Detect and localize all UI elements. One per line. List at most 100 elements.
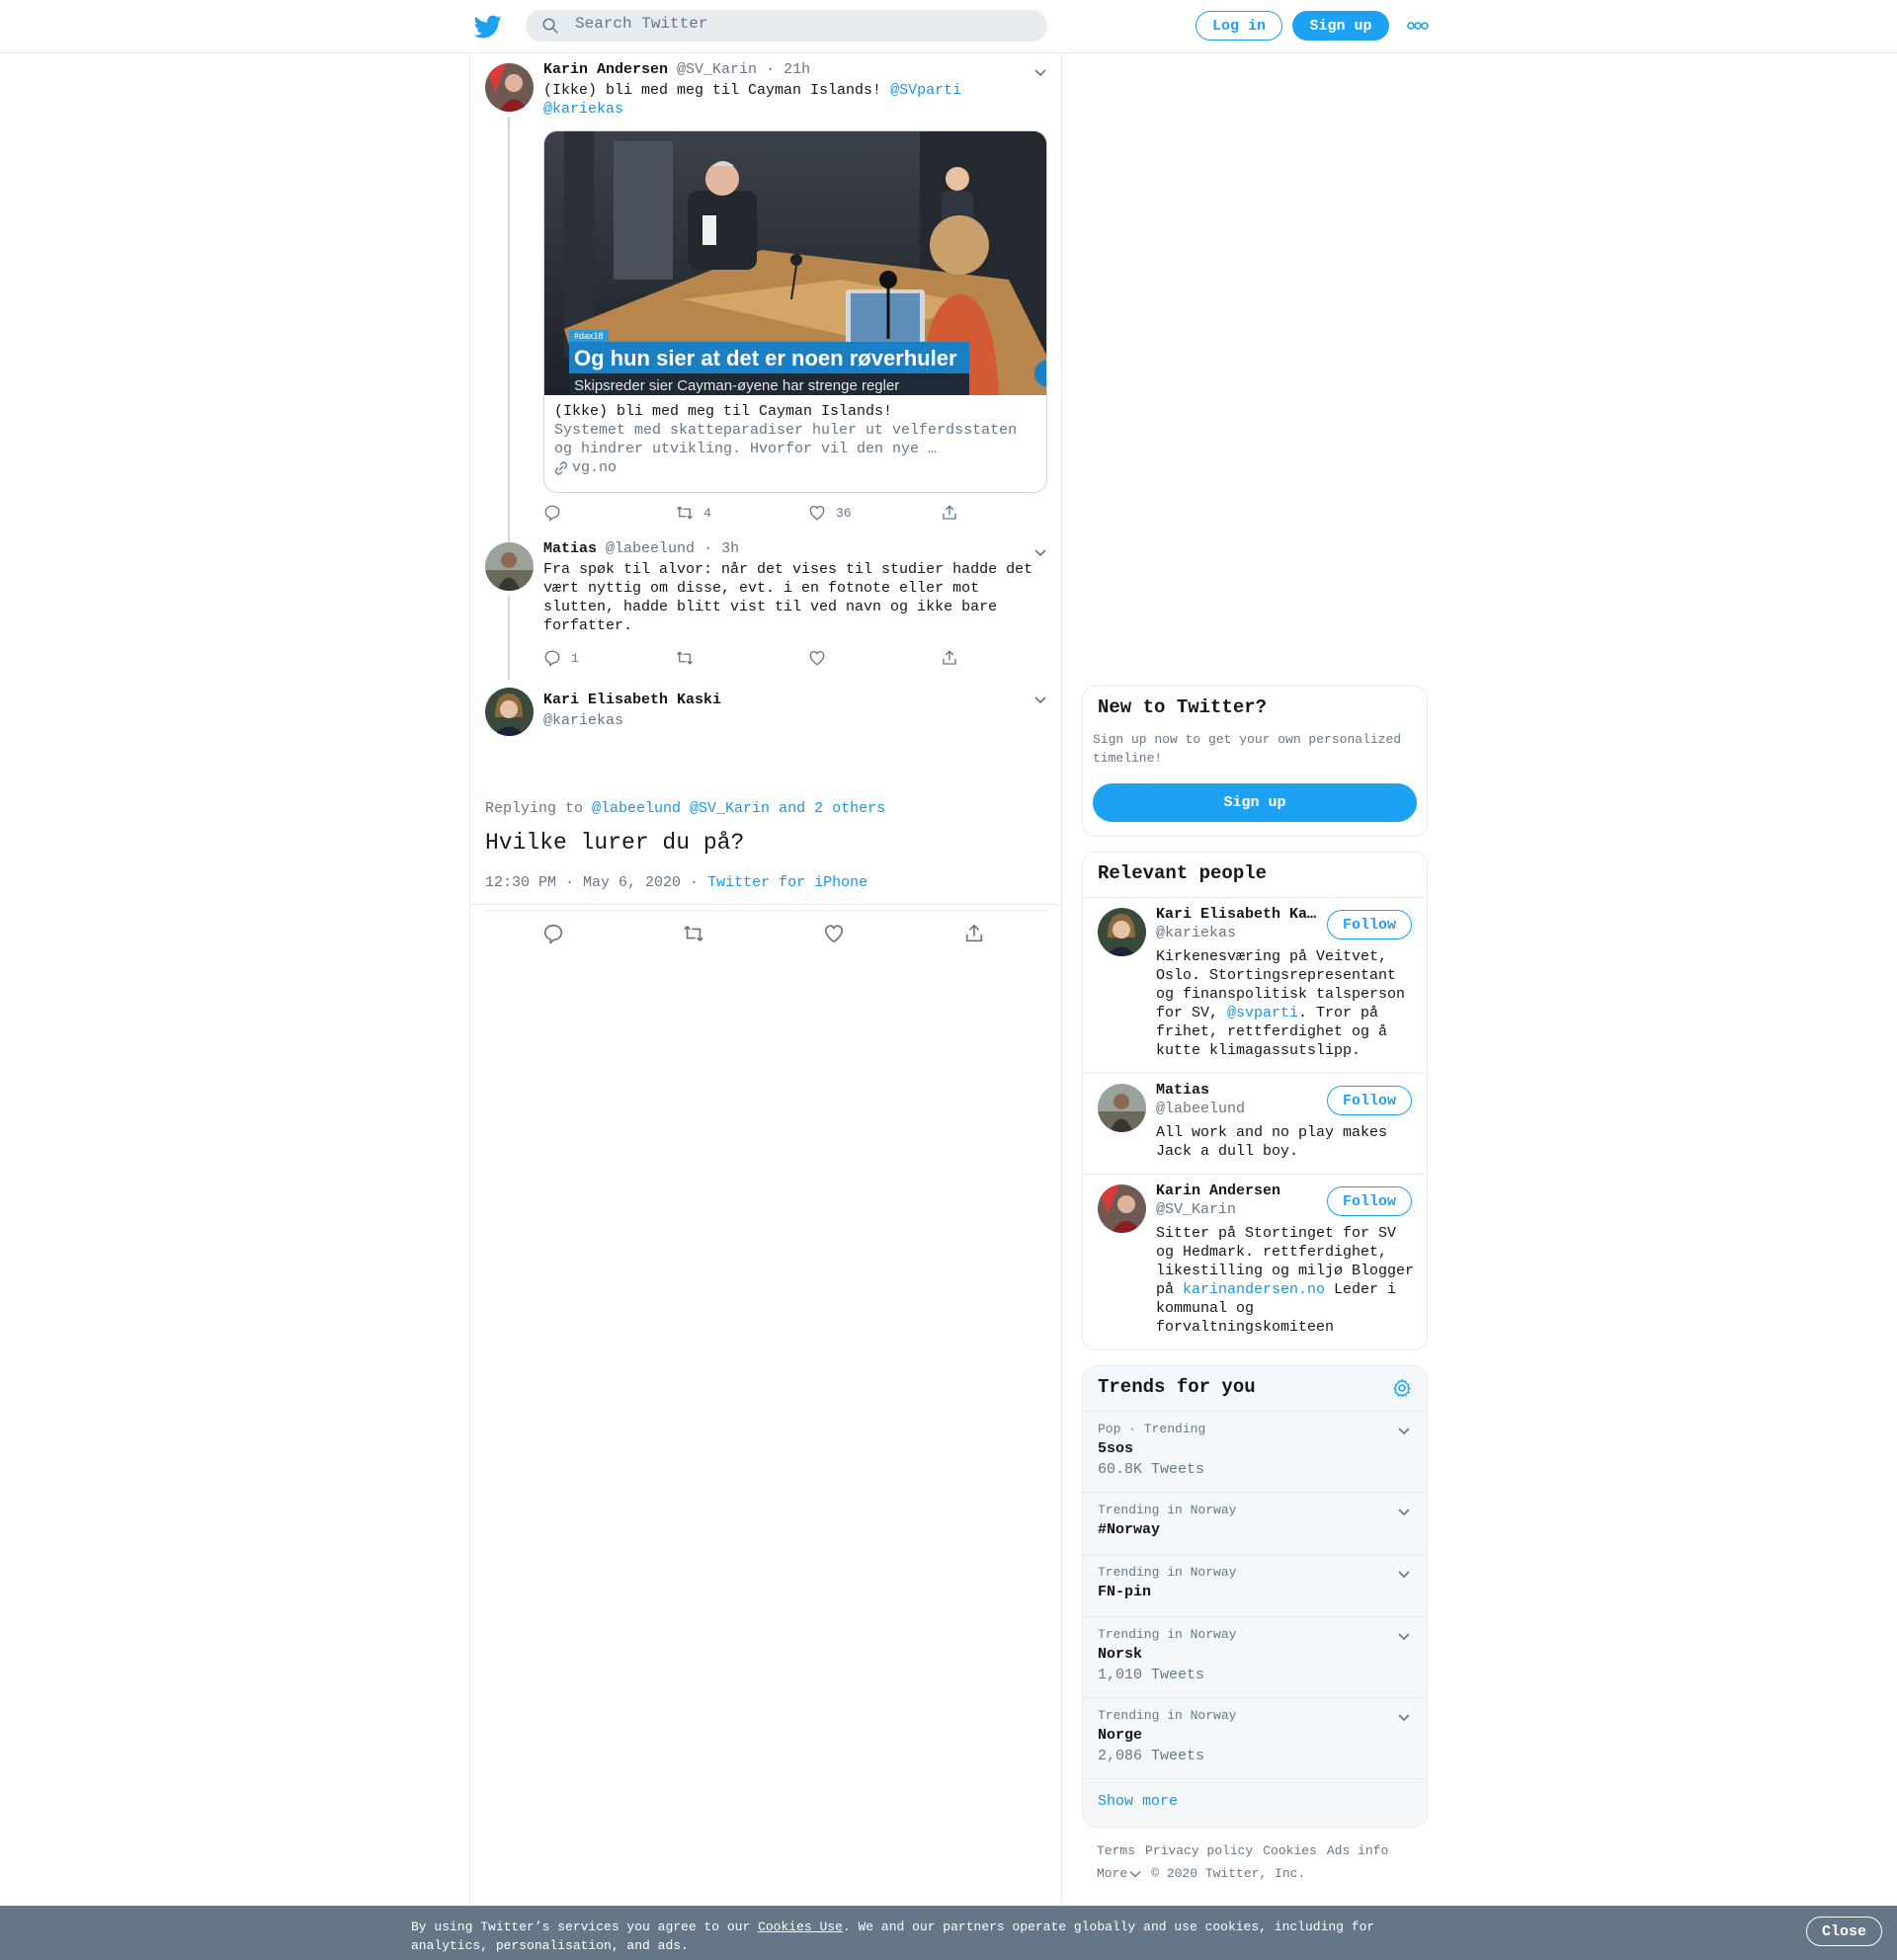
chevron-down-icon[interactable] (1033, 694, 1047, 704)
author-name[interactable]: Karin Andersen (543, 61, 668, 78)
panel-title: Relevant people (1098, 862, 1268, 884)
person-handle[interactable]: @labeelund (1156, 1101, 1245, 1117)
chevron-down-icon[interactable] (1397, 1426, 1411, 1435)
tweet-matias[interactable]: Matias @labeelund · 3h Fra spøk til alvo… (470, 533, 1063, 680)
trend-name: Norsk (1098, 1646, 1143, 1663)
settings-gear-icon[interactable] (1392, 1378, 1412, 1398)
heart-icon[interactable] (823, 923, 845, 944)
reply-action[interactable]: 1 (543, 649, 579, 667)
trend-item[interactable]: Trending in Norway FN-pin (1083, 1554, 1427, 1616)
author-name[interactable]: Kari Elisabeth Kaski (543, 691, 1047, 710)
retweet-action[interactable]: 4 (676, 504, 711, 522)
avatar[interactable] (1098, 1184, 1146, 1233)
cookies-use-link[interactable]: Cookies Use (758, 1919, 843, 1934)
tweet-header: Matias @labeelund · 3h (543, 539, 1047, 559)
close-button[interactable]: Close (1806, 1917, 1882, 1946)
link-card[interactable]: #dax18 Og hun sier at det er noen røverh… (543, 130, 1047, 493)
person-card[interactable]: Matias @labeelund Follow All work and no… (1083, 1073, 1427, 1174)
person-card[interactable]: Kari Elisabeth Kaski @kariekas Follow Ki… (1083, 897, 1427, 1073)
tweet-time-separator: · (703, 540, 713, 557)
author-handle[interactable]: @labeelund (606, 540, 695, 557)
panel-subtitle: Sign up now to get your own personalized… (1093, 732, 1402, 766)
thread-line (508, 117, 510, 533)
person-card[interactable]: Karin Andersen @SV_Karin Follow Sitter p… (1083, 1174, 1427, 1349)
show-more[interactable]: Show more (1083, 1778, 1427, 1827)
retweet-action[interactable] (676, 649, 703, 667)
trend-category: Trending in Norway (1098, 1627, 1237, 1642)
mention-link[interactable]: @SVparti (890, 82, 961, 99)
chevron-down-icon[interactable] (1397, 1507, 1411, 1516)
twitter-bird-icon[interactable] (474, 13, 502, 41)
chevron-down-icon[interactable] (1033, 547, 1047, 557)
tweet-time[interactable]: 21h (784, 61, 810, 78)
bio-link[interactable]: karinandersen.no (1183, 1281, 1325, 1298)
tweet-karin[interactable]: Karin Andersen @SV_Karin · 21h (Ikke) bl… (470, 53, 1063, 533)
avatar[interactable] (485, 542, 534, 591)
mention-link[interactable]: @kariekas (543, 101, 623, 118)
sidebar-signup-button[interactable]: Sign up (1093, 783, 1417, 822)
login-button[interactable]: Log in (1196, 11, 1282, 41)
tweet-text-body: (Ikke) bli med meg til Cayman Islands! (543, 82, 891, 99)
tweet-time[interactable]: 3h (721, 540, 739, 557)
reply-action[interactable] (543, 504, 571, 522)
footer-link-ads[interactable]: Ads info (1327, 1843, 1388, 1858)
share-icon[interactable] (963, 923, 985, 944)
author-handle[interactable]: @kariekas (543, 711, 1047, 731)
footer-link-terms[interactable]: Terms (1097, 1843, 1135, 1858)
bio-link[interactable]: @svparti (1227, 1005, 1298, 1021)
tweet-source-link[interactable]: Twitter for iPhone (707, 874, 867, 891)
person-handle[interactable]: @kariekas (1156, 925, 1236, 941)
trend-category: Trending in Norway (1098, 1565, 1237, 1580)
person-handle[interactable]: @SV_Karin (1156, 1201, 1236, 1218)
person-name[interactable]: Matias (1156, 1082, 1324, 1099)
follow-button[interactable]: Follow (1327, 1086, 1412, 1115)
footer-copyright: © 2020 Twitter, Inc. (1151, 1866, 1306, 1881)
trend-item[interactable]: Trending in Norway Norsk 1,010 Tweets (1083, 1616, 1427, 1697)
follow-button[interactable]: Follow (1327, 910, 1412, 939)
person-name[interactable]: Karin Andersen (1156, 1183, 1324, 1199)
avatar[interactable] (485, 63, 534, 112)
reply-count: 1 (571, 650, 579, 666)
author-name-text: Kari Elisabeth Kaski (543, 692, 722, 708)
show-more-link[interactable]: Show more (1098, 1793, 1178, 1810)
trend-category: Trending in Norway (1098, 1503, 1237, 1517)
chevron-down-icon[interactable] (1397, 1569, 1411, 1579)
focused-tweet-text: Hvilke lurer du på? (485, 830, 745, 856)
reply-icon[interactable] (542, 923, 564, 944)
trend-item[interactable]: Trending in Norway Norge 2,086 Tweets (1083, 1697, 1427, 1778)
card-image[interactable]: #dax18 Og hun sier at det er noen røverh… (544, 131, 1047, 395)
author-handle[interactable]: @SV_Karin (677, 61, 757, 78)
chevron-down-icon[interactable] (1129, 1870, 1141, 1878)
share-action[interactable] (941, 649, 968, 667)
timestamp-text[interactable]: 12:30 PM · May 6, 2020 (485, 874, 681, 891)
avatar[interactable] (1098, 908, 1146, 956)
footer-more[interactable]: More (1097, 1866, 1127, 1881)
trend-item[interactable]: Pop · Trending 5sos 60.8K Tweets (1083, 1411, 1427, 1492)
avatar[interactable] (485, 688, 534, 736)
retweet-icon[interactable] (683, 923, 704, 944)
chevron-down-icon[interactable] (1397, 1631, 1411, 1641)
search-box[interactable]: Search Twitter (526, 10, 1047, 41)
person-name[interactable]: Kari Elisabeth Kaski (1156, 906, 1324, 923)
trend-category: Trending in Norway (1098, 1708, 1237, 1723)
author-name[interactable]: Matias (543, 540, 597, 557)
more-options-icon[interactable] (1407, 20, 1429, 32)
heart-icon (809, 505, 825, 521)
chevron-down-icon[interactable] (1033, 67, 1047, 77)
avatar[interactable] (1098, 1084, 1146, 1132)
like-action[interactable]: 36 (808, 504, 852, 522)
card-description: Systemet med skatteparadiser huler ut ve… (554, 422, 1018, 457)
follow-button[interactable]: Follow (1327, 1186, 1412, 1216)
footer-link-privacy[interactable]: Privacy policy (1145, 1843, 1253, 1858)
footer-link-cookies[interactable]: Cookies (1263, 1843, 1317, 1858)
search-input[interactable]: Search Twitter (575, 15, 707, 33)
chevron-down-icon[interactable] (1397, 1712, 1411, 1722)
trend-count: 1,010 Tweets (1098, 1667, 1205, 1683)
tweet-timestamp: 12:30 PM · May 6, 2020 · Twitter for iPh… (485, 874, 867, 891)
like-action[interactable] (808, 649, 836, 667)
signup-button[interactable]: Sign up (1292, 11, 1389, 41)
trend-item[interactable]: Trending in Norway #Norway (1083, 1492, 1427, 1554)
retweet-count: 4 (703, 505, 711, 521)
share-action[interactable] (941, 504, 968, 522)
replying-to-link[interactable]: @labeelund @SV_Karin and 2 others (592, 800, 885, 817)
